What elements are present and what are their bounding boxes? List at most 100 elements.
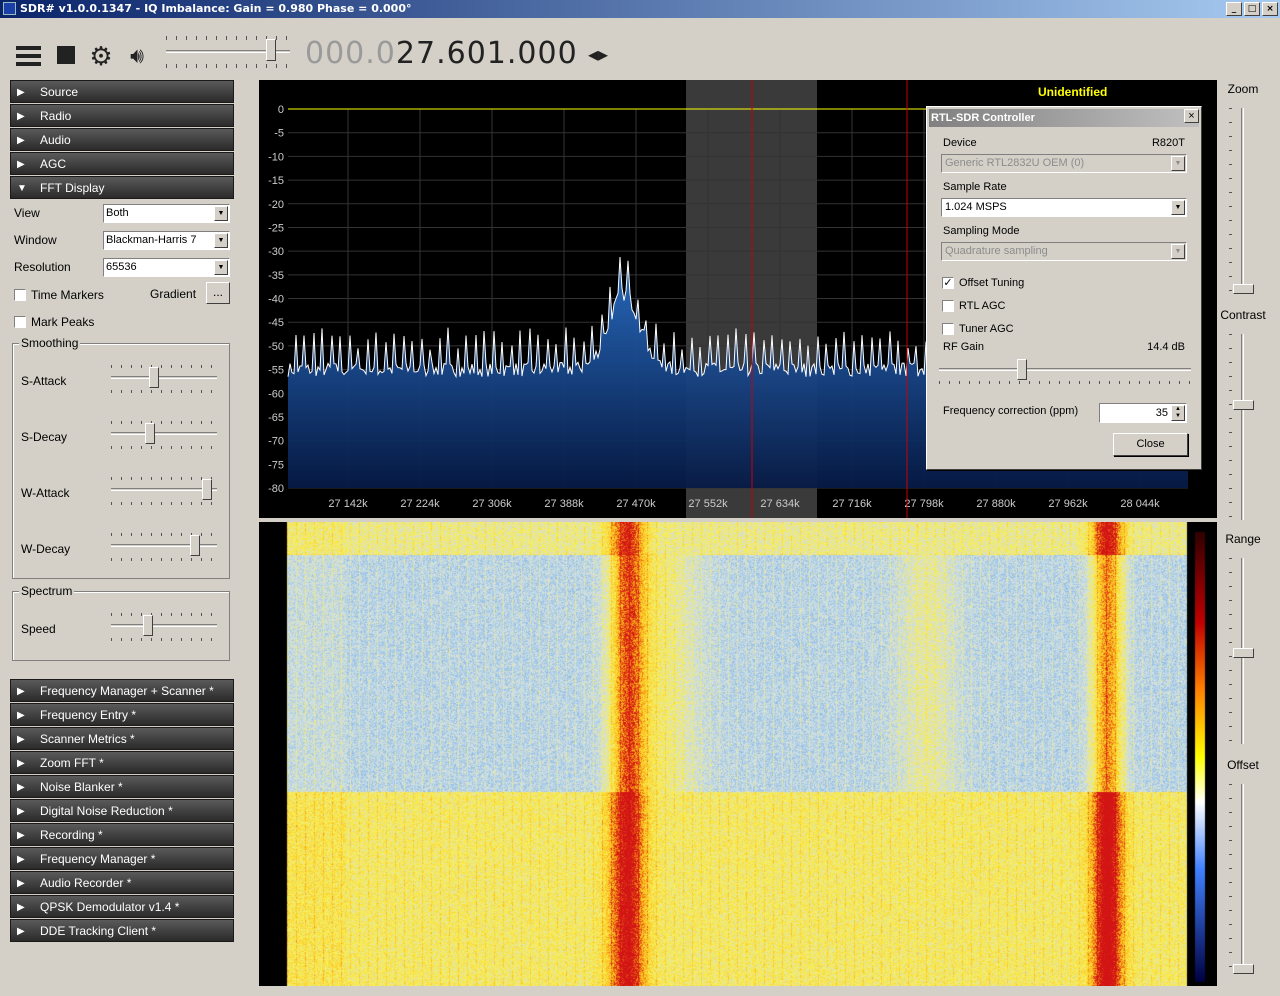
section-fft-display[interactable]: ▼ FFT Display (10, 176, 234, 199)
zoom-label: Zoom (1227, 82, 1259, 96)
offset-label: Offset (1227, 758, 1259, 772)
rtl-sdr-controller-dialog: RTL-SDR Controller × Device R820T Generi… (926, 106, 1202, 470)
w-attack-slider[interactable] (111, 477, 217, 505)
collapse-arrow-icon: ▼ (17, 183, 27, 194)
y-tick-label: -30 (268, 246, 284, 258)
dropdown-arrow-icon: ▼ (214, 206, 228, 221)
waterfall-display[interactable] (259, 522, 1217, 986)
right-panel: Zoom Contrast Range Offset (1218, 80, 1280, 990)
y-tick-label: -15 (268, 175, 284, 187)
section-dde-tracking-client[interactable]: ▶ DDE Tracking Client * (10, 919, 234, 942)
window-select[interactable]: Blackman-Harris 7 ▼ (103, 231, 230, 250)
frequency-correction-label: Frequency correction (ppm) (943, 405, 1079, 417)
stop-icon[interactable] (55, 43, 81, 69)
section-zoom-fft[interactable]: ▶ Zoom FFT * (10, 751, 234, 774)
gradient-button[interactable]: ... (206, 282, 230, 304)
section-agc[interactable]: ▶ AGC (10, 152, 234, 175)
section-recording[interactable]: ▶ Recording * (10, 823, 234, 846)
app-icon (3, 2, 16, 15)
gear-icon[interactable]: ⚙ (88, 43, 114, 69)
range-slider[interactable] (1229, 558, 1254, 744)
view-select[interactable]: Both ▼ (103, 204, 230, 223)
speed-slider[interactable] (111, 613, 217, 641)
sample-rate-value: 1.024 MSPS (945, 201, 1007, 213)
y-tick-label: -45 (268, 317, 284, 329)
gradient-label: Gradient (150, 287, 197, 301)
expand-arrow-icon: ▶ (17, 926, 25, 937)
y-tick-label: -10 (268, 151, 284, 163)
section-digital-noise-reduction[interactable]: ▶ Digital Noise Reduction * (10, 799, 234, 822)
contrast-slider[interactable] (1229, 334, 1254, 520)
y-tick-label: -80 (268, 483, 284, 495)
sampling-mode-label: Sampling Mode (943, 225, 1020, 237)
section-radio[interactable]: ▶ Radio (10, 104, 234, 127)
maximize-button[interactable]: □ (1244, 2, 1260, 16)
y-tick-label: 0 (278, 104, 284, 116)
range-label: Range (1225, 532, 1261, 546)
mark-peaks-checkbox[interactable] (14, 316, 26, 328)
s-decay-slider[interactable] (111, 421, 217, 449)
x-tick-label: 27 634k (760, 498, 800, 510)
menu-icon[interactable] (15, 43, 41, 69)
s-attack-slider[interactable] (111, 365, 217, 393)
rf-gain-slider[interactable] (939, 357, 1191, 385)
tuner-agc-label: Tuner AGC (959, 323, 1014, 335)
close-window-button[interactable]: × (1262, 2, 1278, 16)
x-tick-label: 27 880k (976, 498, 1016, 510)
device-value: Generic RTL2832U OEM (0) (945, 157, 1085, 169)
sampling-mode-select: Quadrature sampling ▼ (941, 242, 1187, 261)
section-source[interactable]: ▶ Source (10, 80, 234, 103)
y-tick-label: -40 (268, 294, 284, 306)
dialog-close-icon[interactable]: × (1184, 109, 1199, 123)
spin-arrows-icon[interactable]: ▲ ▼ (1171, 405, 1185, 421)
frequency-display[interactable]: 000.027.601.000 (305, 36, 578, 72)
close-button[interactable]: Close (1113, 433, 1188, 456)
rf-gain-value: 14.4 dB (1147, 341, 1185, 353)
speaker-icon[interactable]: 🔊︎ (124, 43, 150, 69)
x-tick-label: 27 142k (328, 498, 368, 510)
section-audio-recorder[interactable]: ▶ Audio Recorder * (10, 871, 234, 894)
expand-arrow-icon: ▶ (17, 830, 25, 841)
section-label: Radio (40, 109, 72, 123)
contrast-label: Contrast (1220, 308, 1266, 322)
x-tick-label: 27 798k (904, 498, 944, 510)
speed-label: Speed (21, 622, 56, 636)
section-noise-blanker[interactable]: ▶ Noise Blanker * (10, 775, 234, 798)
zoom-slider[interactable] (1229, 108, 1254, 294)
section-frequency-entry[interactable]: ▶ Frequency Entry * (10, 703, 234, 726)
section-qpsk-demodulator-v1-4[interactable]: ▶ QPSK Demodulator v1.4 * (10, 895, 234, 918)
section-frequency-manager[interactable]: ▶ Frequency Manager * (10, 847, 234, 870)
frequency-correction-input[interactable]: 35 ▲ ▼ (1099, 403, 1187, 423)
device-model: R820T (1151, 137, 1185, 149)
spectrum-title: Spectrum (19, 584, 75, 598)
section-label: Recording * (40, 828, 103, 842)
time-markers-checkbox[interactable] (14, 289, 26, 301)
expand-arrow-icon: ▶ (17, 710, 25, 721)
rtl-agc-checkbox[interactable] (942, 300, 954, 312)
window-label: Window (14, 233, 57, 247)
section-scanner-metrics[interactable]: ▶ Scanner Metrics * (10, 727, 234, 750)
x-tick-label: 28 044k (1120, 498, 1160, 510)
left-panel: ▶ Source ▶ Radio ▶ Audio ▶ AGC ▼ FFT Display … (10, 80, 234, 943)
mark-peaks-label: Mark Peaks (31, 315, 95, 329)
frequency-step-arrows-icon[interactable]: ◂▸ (588, 42, 608, 67)
waterfall-canvas[interactable] (259, 522, 1217, 986)
section-label: DDE Tracking Client * (40, 924, 157, 938)
volume-slider[interactable] (166, 36, 290, 70)
offset-tuning-checkbox[interactable]: ✓ (942, 277, 954, 289)
spectrum-group: Spectrum Speed (12, 584, 230, 661)
s-decay-label: S-Decay (21, 430, 68, 444)
y-tick-label: -75 (268, 459, 284, 471)
section-label: Frequency Manager + Scanner * (40, 684, 214, 698)
section-audio[interactable]: ▶ Audio (10, 128, 234, 151)
section-frequency-manager-scanner[interactable]: ▶ Frequency Manager + Scanner * (10, 679, 234, 702)
sample-rate-select[interactable]: 1.024 MSPS ▼ (941, 198, 1187, 217)
w-decay-slider[interactable] (111, 533, 217, 561)
x-tick-label: 27 306k (472, 498, 512, 510)
expand-arrow-icon: ▶ (17, 686, 25, 697)
resolution-select[interactable]: 65536 ▼ (103, 258, 230, 277)
tuner-agc-checkbox[interactable] (942, 323, 954, 335)
minimize-button[interactable]: _ (1226, 2, 1242, 16)
offset-slider[interactable] (1229, 784, 1254, 974)
dropdown-arrow-icon: ▼ (1171, 244, 1185, 259)
